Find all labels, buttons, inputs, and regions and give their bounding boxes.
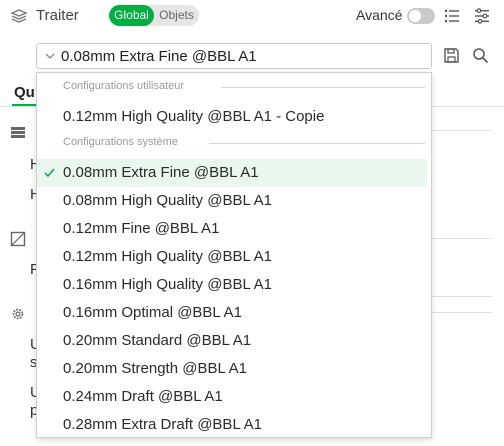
- params-icon[interactable]: [473, 7, 491, 25]
- toggle-objets[interactable]: Objets: [154, 5, 199, 26]
- preset-option[interactable]: 0.12mm High Quality @BBL A1: [37, 243, 431, 271]
- section-divider: [430, 130, 492, 131]
- preset-option[interactable]: 0.20mm Strength @BBL A1: [37, 355, 431, 383]
- check-icon: [44, 168, 55, 178]
- preset-option[interactable]: 0.20mm Standard @BBL A1: [37, 327, 431, 355]
- chevron-down-icon: [45, 53, 55, 59]
- preset-option-label: 0.12mm Fine @BBL A1: [63, 220, 220, 237]
- preset-option[interactable]: 0.12mm Fine @BBL A1: [37, 215, 431, 243]
- preset-option[interactable]: 0.08mm High Quality @BBL A1: [37, 187, 431, 215]
- global-objets-toggle[interactable]: Global Objets: [109, 5, 199, 26]
- group-header-user: Configurations utilisateur: [63, 80, 185, 92]
- layers-section-icon: [11, 127, 25, 138]
- preset-option-label: 0.16mm High Quality @BBL A1: [63, 276, 272, 293]
- layers-icon: [10, 9, 28, 23]
- gear-section-icon: [12, 308, 24, 320]
- group-header-system: Configurations système: [63, 136, 178, 148]
- preset-option[interactable]: 0.16mm High Quality @BBL A1: [37, 271, 431, 299]
- process-title: Traiter: [36, 7, 79, 24]
- preset-option-label: 0.08mm Extra Fine @BBL A1: [63, 164, 259, 181]
- preset-option-label: 0.20mm Standard @BBL A1: [63, 332, 252, 349]
- preset-select-value: 0.08mm Extra Fine @BBL A1: [61, 48, 257, 65]
- switch-knob: [409, 10, 421, 22]
- advanced-switch[interactable]: [407, 8, 435, 24]
- preset-dropdown[interactable]: Configurations utilisateur 0.12mm High Q…: [36, 72, 432, 438]
- group-separator: [221, 87, 425, 88]
- preset-option-label: 0.24mm Draft @BBL A1: [63, 388, 223, 405]
- preset-option-label: 0.28mm Extra Draft @BBL A1: [63, 416, 262, 433]
- tab-quality[interactable]: Qu: [14, 84, 35, 101]
- group-separator: [209, 143, 425, 144]
- list-icon[interactable]: [443, 7, 461, 25]
- preset-option-selected[interactable]: 0.08mm Extra Fine @BBL A1: [37, 159, 427, 187]
- section-divider: [430, 312, 492, 313]
- search-icon[interactable]: [472, 47, 489, 64]
- preset-option-label: 0.12mm High Quality @BBL A1: [63, 248, 272, 265]
- preset-option-label: 0.08mm High Quality @BBL A1: [63, 192, 272, 209]
- process-header: Traiter Global Objets Avancé: [0, 0, 504, 32]
- section-divider: [430, 238, 492, 239]
- preset-option-label: 0.20mm Strength @BBL A1: [63, 360, 247, 377]
- preset-option[interactable]: 0.28mm Extra Draft @BBL A1: [37, 411, 431, 439]
- save-icon[interactable]: [443, 47, 460, 64]
- preset-option-label: 0.12mm High Quality @BBL A1 - Copie: [63, 108, 325, 125]
- preset-option-user[interactable]: 0.12mm High Quality @BBL A1 - Copie: [37, 103, 431, 131]
- toggle-global[interactable]: Global: [109, 5, 154, 26]
- preset-select[interactable]: 0.08mm Extra Fine @BBL A1: [36, 43, 432, 69]
- preset-option[interactable]: 0.16mm Optimal @BBL A1: [37, 299, 431, 327]
- advanced-label: Avancé: [356, 7, 403, 23]
- section-divider: [430, 296, 492, 297]
- preset-option[interactable]: 0.24mm Draft @BBL A1: [37, 383, 431, 411]
- preset-option-label: 0.16mm Optimal @BBL A1: [63, 304, 242, 321]
- wall-section-icon: [10, 231, 26, 247]
